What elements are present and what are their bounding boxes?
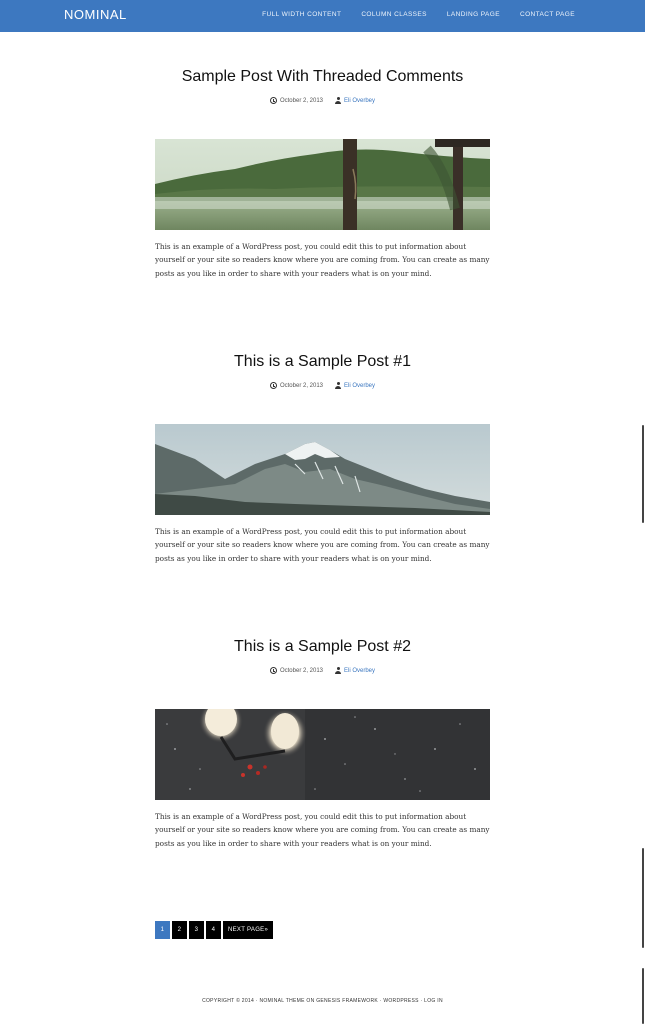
page-3-button[interactable]: 3 [189, 921, 204, 939]
post-featured-image[interactable] [155, 709, 490, 800]
post-author[interactable]: Eli Overbey [344, 668, 375, 674]
post-title[interactable]: This is a Sample Post #1 [155, 353, 490, 371]
site-header: NOMINAL FULL WIDTH CONTENT COLUMN CLASSE… [0, 0, 645, 32]
page-1-button[interactable]: 1 [155, 921, 170, 939]
primary-nav: FULL WIDTH CONTENT COLUMN CLASSES LANDIN… [262, 11, 575, 18]
nav-contact-page[interactable]: CONTACT PAGE [520, 11, 575, 18]
post-excerpt: This is an example of a WordPress post, … [155, 527, 490, 563]
nav-landing-page[interactable]: LANDING PAGE [447, 11, 500, 18]
nav-column-classes[interactable]: COLUMN CLASSES [361, 11, 427, 18]
post-title[interactable]: This is a Sample Post #2 [155, 638, 490, 656]
post-featured-image[interactable] [155, 139, 490, 230]
post-meta: October 2, 2013 Eli Overbey [155, 667, 490, 674]
scrollbar-thumb[interactable] [642, 425, 644, 523]
clock-icon [269, 382, 277, 389]
next-page-button[interactable]: NEXT PAGE» [223, 921, 274, 939]
post-author[interactable]: Eli Overbey [344, 98, 375, 104]
post-excerpt: This is an example of a WordPress post, … [155, 242, 490, 278]
site-footer: COPYRIGHT © 2014 · NOMINAL THEME ON GENE… [202, 998, 443, 1004]
post-title[interactable]: Sample Post With Threaded Comments [155, 68, 490, 86]
page-2-button[interactable]: 2 [172, 921, 187, 939]
clock-icon [269, 667, 277, 674]
clock-icon [269, 97, 277, 104]
post-meta: October 2, 2013 Eli Overbey [155, 382, 490, 389]
post-excerpt: This is an example of a WordPress post, … [155, 812, 490, 848]
nav-full-width-content[interactable]: FULL WIDTH CONTENT [262, 11, 341, 18]
user-icon [335, 97, 341, 104]
site-title[interactable]: NOMINAL [64, 7, 127, 22]
pagination: 1 2 3 4 NEXT PAGE» [155, 921, 274, 939]
scrollbar-thumb[interactable] [642, 848, 644, 948]
post-date: October 2, 2013 [279, 97, 323, 104]
user-icon [335, 382, 341, 389]
post-author[interactable]: Eli Overbey [344, 383, 375, 389]
post-featured-image[interactable] [155, 424, 490, 515]
post-date: October 2, 2013 [279, 382, 323, 389]
scrollbar-thumb[interactable] [642, 968, 644, 1024]
page-4-button[interactable]: 4 [206, 921, 221, 939]
user-icon [335, 667, 341, 674]
post-meta: October 2, 2013 Eli Overbey [155, 97, 490, 104]
post-date: October 2, 2013 [279, 667, 323, 674]
